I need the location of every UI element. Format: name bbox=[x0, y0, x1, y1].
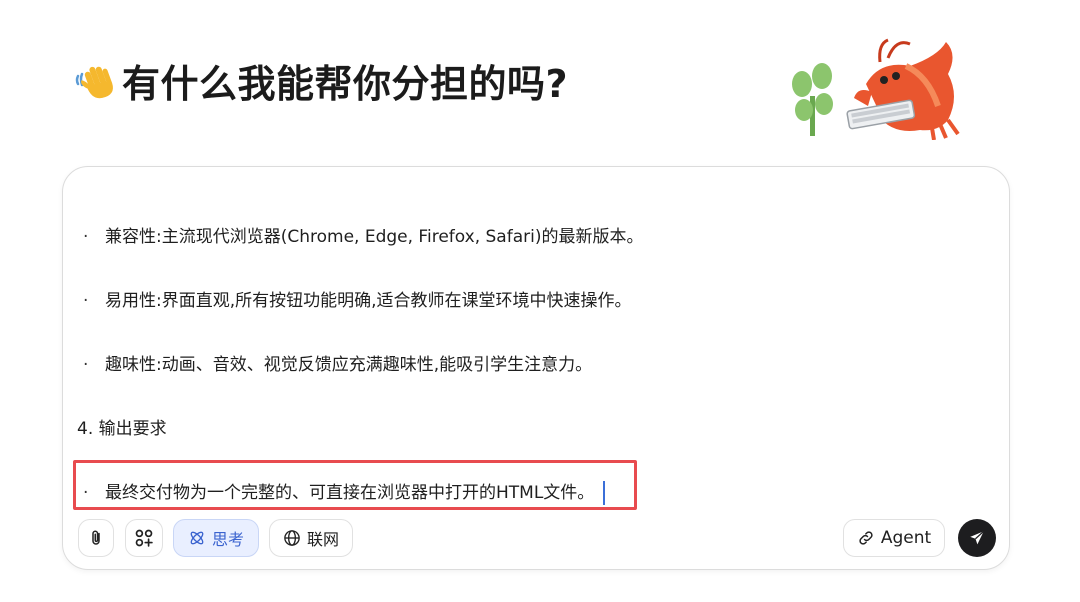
prompt-line-text: 兼容性:主流现代浏览器(Chrome, Edge, Firefox, Safar… bbox=[105, 227, 644, 247]
send-button[interactable] bbox=[958, 519, 996, 557]
prompt-line-text: 趣味性:动画、音效、视觉反馈应充满趣味性,能吸引学生注意力。 bbox=[105, 355, 593, 375]
prompt-line-text: 易用性:界面直观,所有按钮功能明确,适合教师在课堂环境中快速操作。 bbox=[105, 291, 632, 311]
waving-hand-icon bbox=[75, 66, 113, 99]
lobster-typing-mascot bbox=[792, 38, 960, 140]
prompt-line: 4. 输出要求 bbox=[77, 414, 167, 439]
agent-label: Agent bbox=[880, 528, 932, 548]
bullet-marker: · bbox=[83, 355, 89, 375]
prompt-line[interactable]: · 最终交付物为一个完整的、可直接在浏览器中打开的HTML文件。 bbox=[79, 478, 606, 505]
apps-plus-icon bbox=[135, 529, 153, 547]
text-caret bbox=[603, 481, 606, 505]
think-label: 思考 bbox=[211, 530, 244, 549]
web-label: 联网 bbox=[306, 530, 339, 549]
bullet-marker: · bbox=[83, 227, 89, 247]
web-search-button[interactable]: 联网 bbox=[269, 519, 353, 557]
prompt-line: · 易用性:界面直观,所有按钮功能明确,适合教师在课堂环境中快速操作。 bbox=[79, 286, 632, 311]
prompt-line: · 趣味性:动画、音效、视觉反馈应充满趣味性,能吸引学生注意力。 bbox=[79, 350, 592, 375]
prompt-composer[interactable]: · 兼容性:主流现代浏览器(Chrome, Edge, Firefox, Safa… bbox=[62, 166, 1010, 570]
paperclip-icon bbox=[92, 530, 100, 545]
greeting-header: 有什么我能帮你分担的吗? bbox=[74, 50, 568, 110]
agent-button[interactable]: Agent bbox=[843, 519, 945, 557]
page-title: 有什么我能帮你分担的吗? bbox=[122, 61, 569, 106]
think-toggle-button[interactable]: 思考 bbox=[173, 519, 259, 557]
paper-plane-icon bbox=[970, 530, 985, 545]
globe-icon bbox=[284, 530, 300, 546]
prompt-line-text: 4. 输出要求 bbox=[77, 419, 167, 439]
apps-button[interactable] bbox=[125, 519, 163, 557]
atom-icon bbox=[190, 531, 204, 545]
attach-button[interactable] bbox=[78, 519, 114, 557]
bullet-marker: · bbox=[83, 483, 89, 503]
prompt-line: · 兼容性:主流现代浏览器(Chrome, Edge, Firefox, Safa… bbox=[79, 222, 643, 247]
prompt-line-text: 最终交付物为一个完整的、可直接在浏览器中打开的HTML文件。 bbox=[105, 483, 595, 503]
bullet-marker: · bbox=[83, 291, 89, 311]
link-icon bbox=[859, 531, 873, 545]
